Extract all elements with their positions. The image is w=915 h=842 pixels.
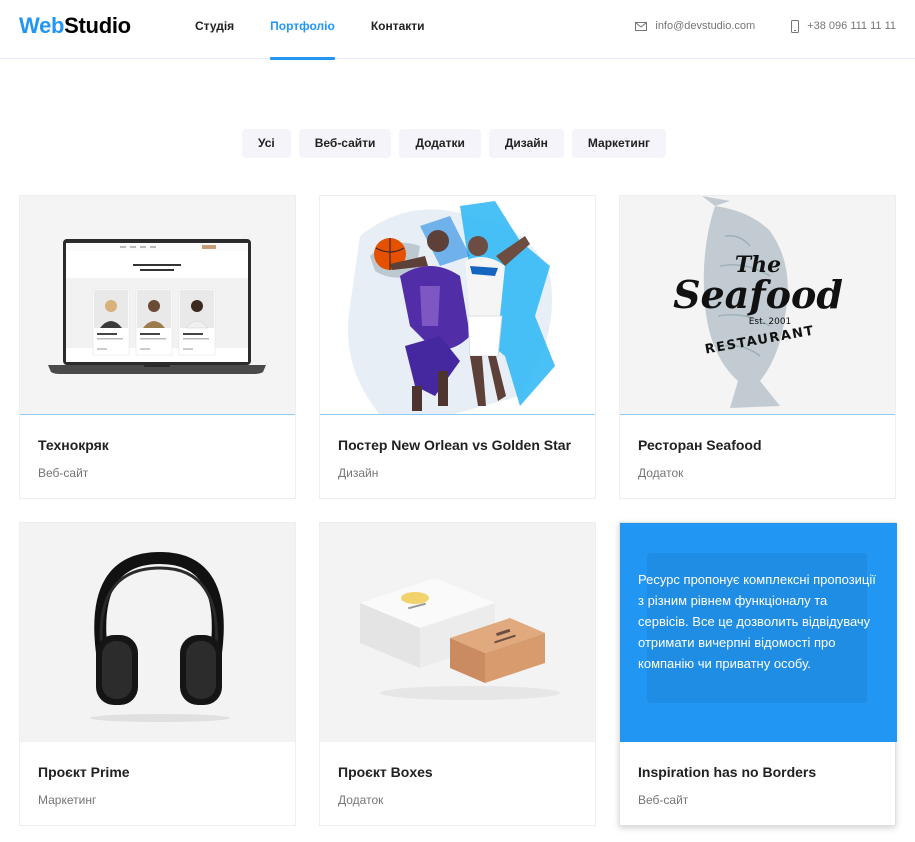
filter-websites[interactable]: Веб-сайти [298,129,392,158]
site-header: WebStudio Студія Портфоліо Контакти info… [0,0,915,60]
basketball-poster-image [348,201,555,414]
card-overlay-text: Ресурс пропонує комплексні пропозиції з … [638,572,876,671]
card-title: Постер New Orlean vs Golden Star [338,437,572,453]
card-category: Маркетинг [38,793,97,807]
portfolio-card[interactable]: Проєкт Boxes Додаток [319,522,596,826]
card-title: Проєкт Prime [38,764,130,780]
envelope-icon [635,21,648,31]
portfolio-filters: Усі Веб-сайти Додатки Дизайн Маркетинг [242,129,674,158]
logo-studio: Studio [64,13,131,38]
portfolio-card[interactable]: Постер New Orlean vs Golden Star Дизайн [319,195,596,499]
portfolio-card[interactable]: The Seafood Est. 2001 RESTAURANT Рестора… [619,195,896,499]
phone-icon [791,19,800,33]
filter-all[interactable]: Усі [242,129,291,158]
card-image: The Seafood Est. 2001 RESTAURANT [620,196,895,415]
card-category: Додаток [338,793,384,807]
portfolio-card[interactable]: Проєкт Prime Маркетинг [19,522,296,826]
logo[interactable]: WebStudio [19,13,131,39]
card-image [20,523,295,742]
seafood-logo-image: The Seafood Est. 2001 RESTAURANT [673,196,843,408]
card-category: Веб-сайт [638,793,689,807]
card-image [320,523,595,742]
card-title: Проєкт Boxes [338,764,433,780]
card-category: Веб-сайт [38,466,89,480]
nav-contacts[interactable]: Контакти [371,0,425,59]
filter-marketing[interactable]: Маркетинг [571,129,667,158]
card-overlay: Ресурс пропонує комплексні пропозиції з … [620,523,897,742]
card-image [20,196,295,415]
seafood-logo-est: Est. 2001 [749,317,792,327]
card-title: Ресторан Seafood [638,437,762,453]
phone-link[interactable]: +38 096 111 11 11 [791,19,896,33]
main-nav: Студія Портфоліо Контакти [195,0,461,60]
card-title: Технокряк [38,437,109,453]
nav-studio[interactable]: Студія [195,0,234,59]
nav-portfolio[interactable]: Портфоліо [270,0,335,60]
phone-text: +38 096 111 11 11 [807,20,896,32]
card-category: Дизайн [338,466,379,480]
logo-web: Web [19,13,65,38]
card-category: Додаток [638,466,684,480]
filter-design[interactable]: Дизайн [488,129,564,158]
laptop-image [48,239,266,374]
filter-apps[interactable]: Додатки [399,129,481,158]
boxes-image [360,578,560,700]
email-text: info@devstudio.com [655,20,756,32]
portfolio-card[interactable]: Технокряк Веб-сайт [19,195,296,499]
card-image [320,196,595,415]
header-contacts: info@devstudio.com +38 096 111 11 11 [599,0,896,52]
card-title: Inspiration has no Borders [638,764,817,780]
headphones-image [90,551,230,722]
portfolio-card[interactable]: Ресурс пропонує комплексні пропозиції з … [619,522,897,826]
email-link[interactable]: info@devstudio.com [635,20,755,32]
seafood-logo-name: Seafood [673,272,843,317]
